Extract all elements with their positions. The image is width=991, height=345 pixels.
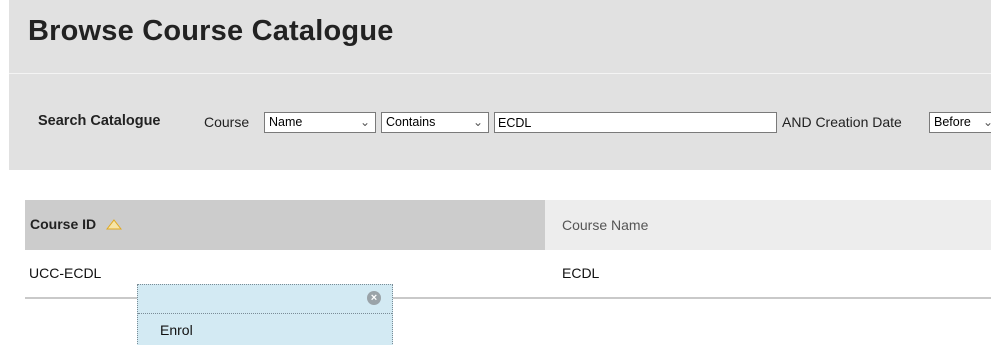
course-id-cell[interactable]: UCC-ECDL [29, 265, 101, 281]
course-catalogue-page: Browse Course Catalogue Search Catalogue… [0, 0, 991, 345]
column-header-course-name[interactable]: Course Name [545, 200, 991, 250]
search-catalogue-label: Search Catalogue [38, 113, 161, 129]
creation-date-value: Before [934, 115, 971, 129]
close-icon[interactable]: × [367, 291, 381, 305]
creation-date-label: AND Creation Date [782, 114, 902, 130]
sort-ascending-icon [106, 219, 123, 230]
course-label: Course [204, 114, 250, 130]
chevron-down-icon: ⌄ [359, 115, 370, 129]
context-menu: × Enrol [137, 284, 393, 345]
search-bar: Search Catalogue Course Name ⌄ Contains … [0, 111, 991, 136]
menu-divider [138, 313, 392, 314]
search-operator-select[interactable]: Contains ⌄ [381, 112, 489, 133]
course-name-header-label: Course Name [562, 217, 649, 233]
header-divider [9, 73, 991, 74]
course-id-header-label: Course ID [30, 216, 123, 232]
course-name-cell: ECDL [562, 265, 600, 281]
page-title: Browse Course Catalogue [28, 15, 394, 47]
menu-item-enrol[interactable]: Enrol [160, 322, 193, 338]
search-field-value: Name [269, 115, 303, 129]
chevron-down-icon: ⌄ [472, 115, 483, 129]
search-field-select[interactable]: Name ⌄ [264, 112, 376, 133]
search-operator-value: Contains [386, 115, 436, 129]
creation-date-select[interactable]: Before ⌄ [929, 112, 991, 133]
column-header-course-id[interactable]: Course ID [25, 200, 545, 250]
search-input[interactable] [494, 112, 777, 133]
chevron-down-icon: ⌄ [982, 115, 991, 129]
